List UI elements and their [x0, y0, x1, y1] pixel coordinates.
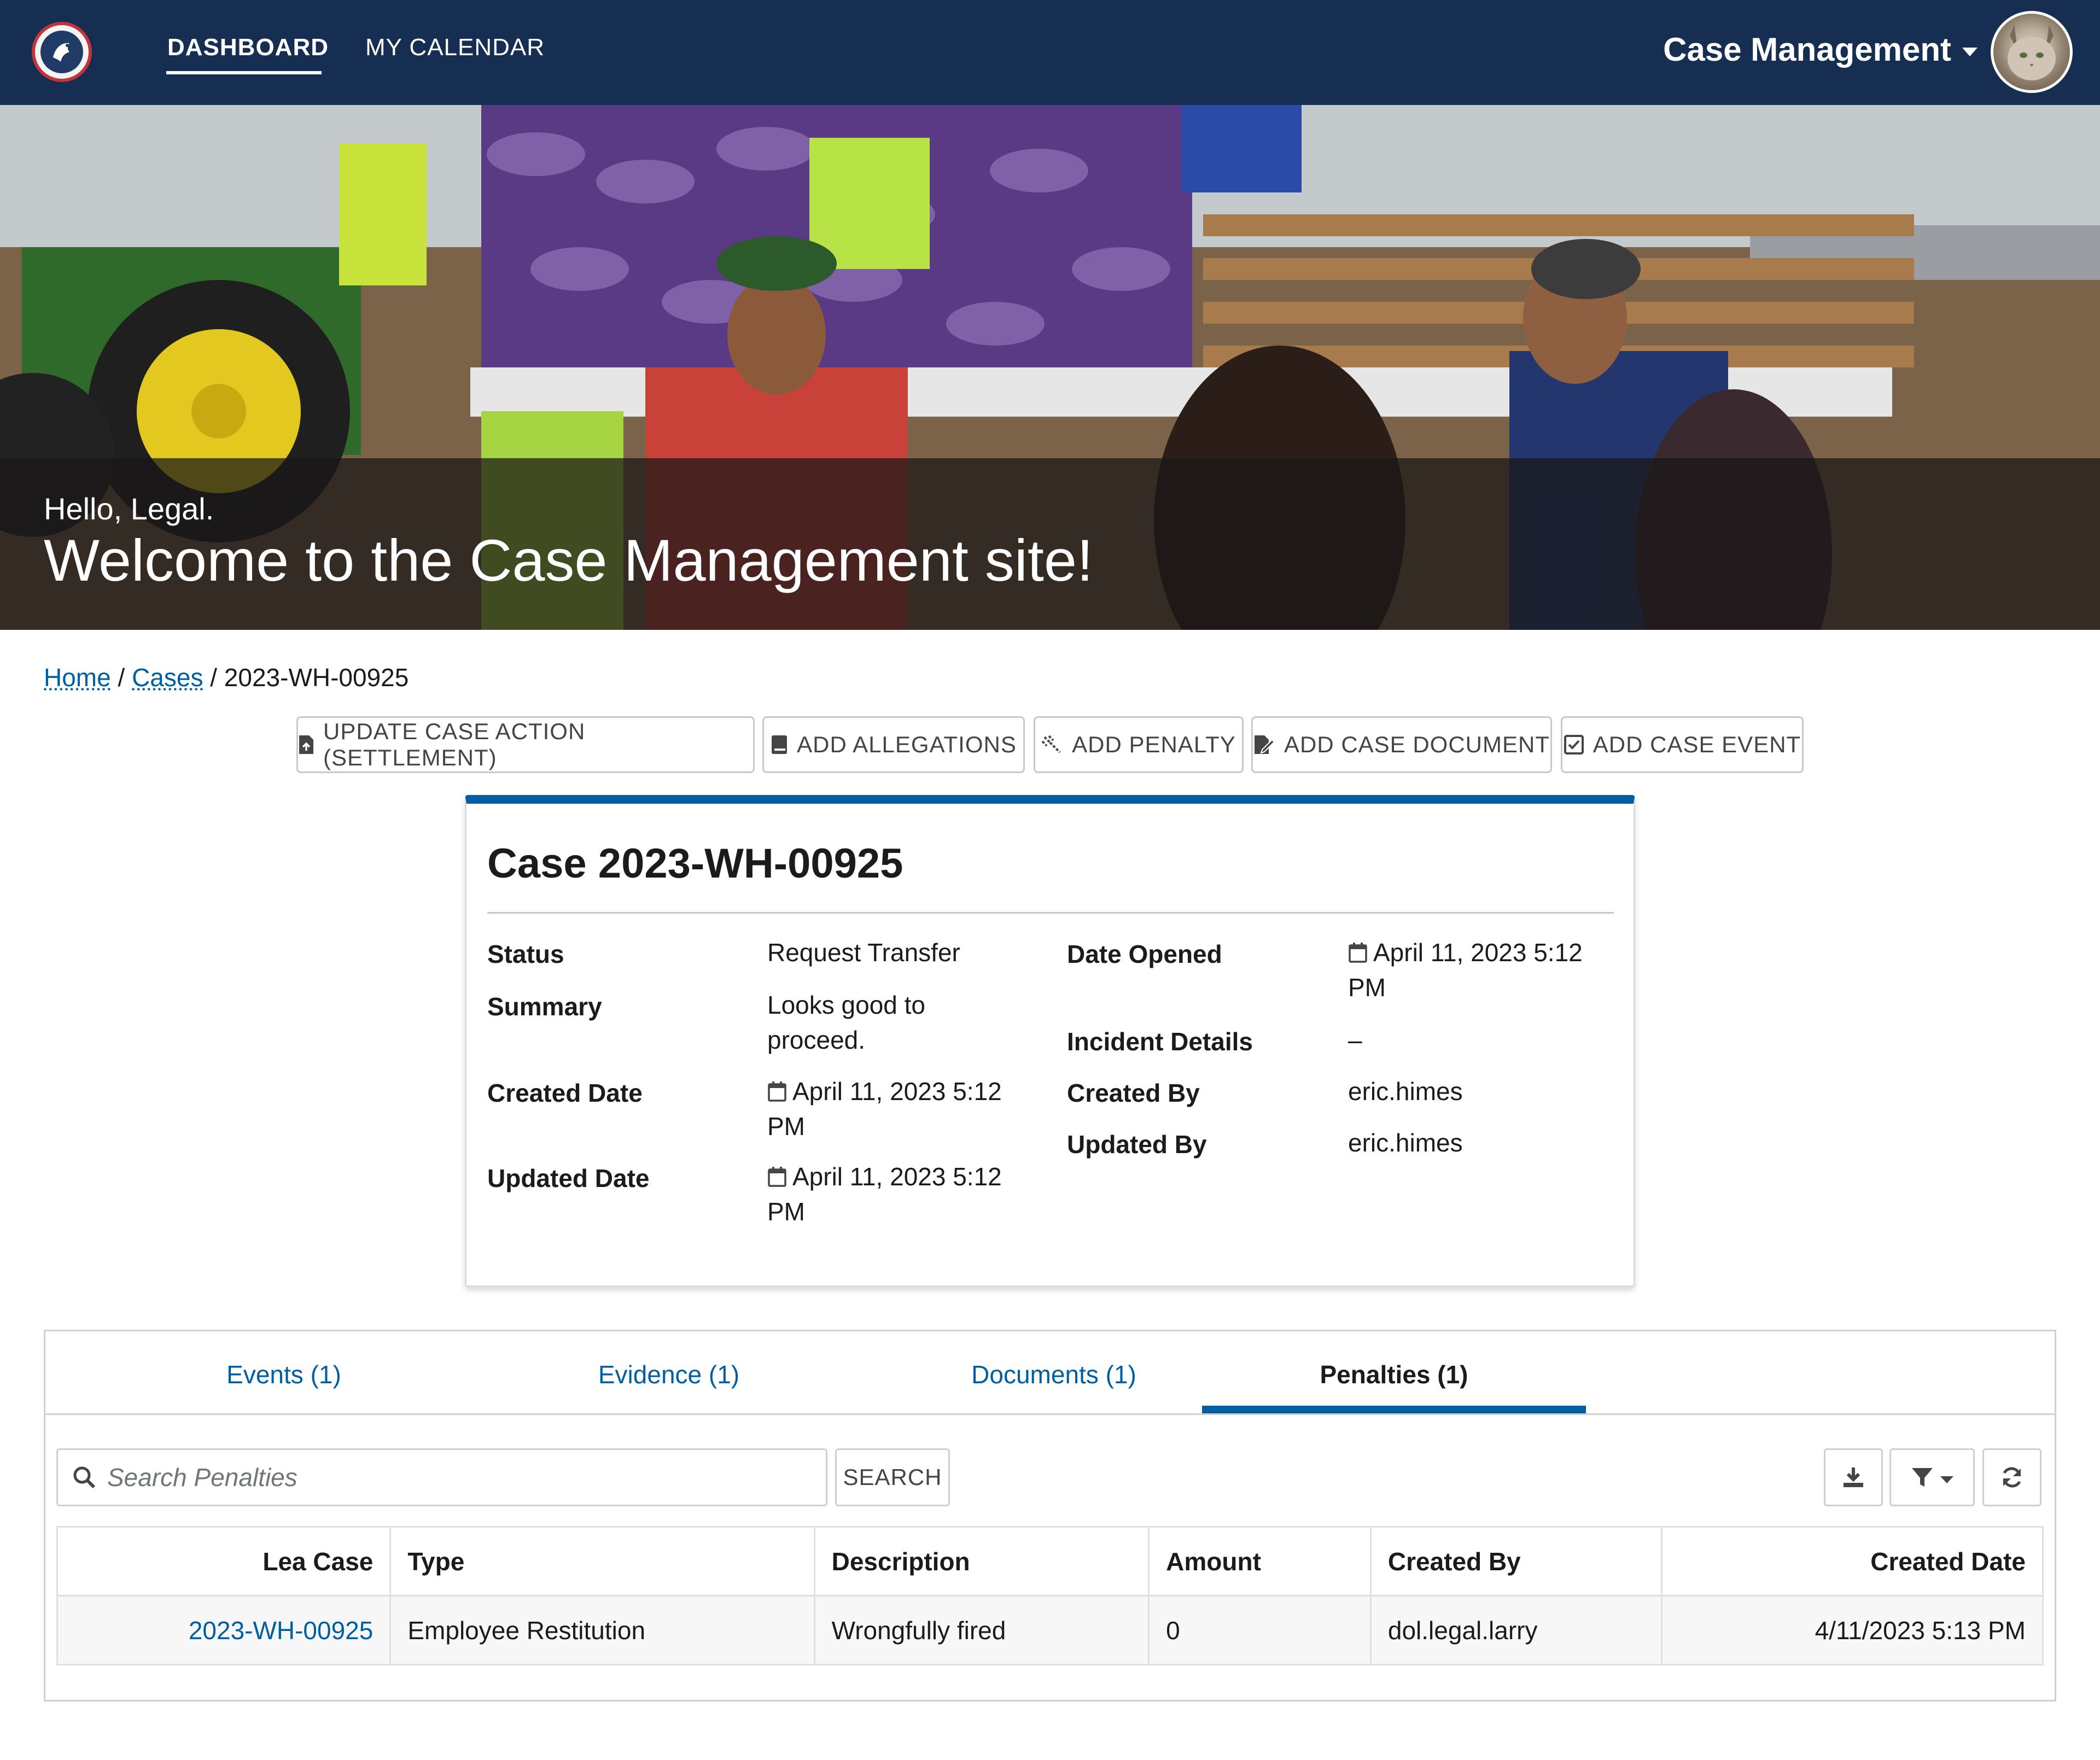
search-placeholder: Search Penalties [107, 1463, 298, 1492]
created-by-label: Created By [1067, 1079, 1200, 1107]
hero-banner: Hello, Legal. Welcome to the Case Manage… [0, 105, 2100, 630]
summary-value: Looks good to proceed. [767, 987, 925, 1057]
search-penalties-input[interactable]: Search Penalties [56, 1448, 827, 1506]
nav-active-indicator [166, 71, 322, 74]
column-header-description[interactable]: Description [813, 1526, 1150, 1597]
hero-greeting: Hello, Legal. [44, 492, 214, 526]
column-header-amount[interactable]: Amount [1148, 1526, 1372, 1597]
active-tab-indicator [1202, 1406, 1586, 1413]
filter-dropdown-button[interactable] [1889, 1448, 1975, 1506]
updated-by-label: Updated By [1067, 1130, 1207, 1159]
date-opened-line: PM [1348, 973, 1386, 1002]
book-icon [772, 735, 788, 754]
tabs-divider [45, 1413, 2055, 1415]
created-by-cell: dol.legal.larry [1369, 1595, 1662, 1665]
calendar-icon [768, 1081, 786, 1102]
updated-date-line: PM [767, 1197, 805, 1226]
created-date-cell: 4/11/2023 5:13 PM [1660, 1595, 2044, 1665]
breadcrumb-home-link[interactable]: Home [44, 663, 111, 692]
download-icon [1844, 1467, 1863, 1487]
incident-details-label: Incident Details [1067, 1027, 1253, 1056]
breadcrumb-separator: / [210, 663, 218, 692]
update-case-action-label: UPDATE CASE ACTION (SETTLEMENT) [323, 718, 586, 770]
column-header-created-date[interactable]: Created Date [1660, 1526, 2044, 1597]
add-penalty-label: ADD PENALTY [1072, 732, 1236, 757]
add-case-document-button[interactable]: ADD CASE DOCUMENT [1251, 716, 1552, 773]
add-penalty-button[interactable]: ADD PENALTY [1034, 716, 1244, 773]
created-by-value: eric.himes [1348, 1077, 1463, 1106]
case-details-tabs-panel: Events (1) Evidence (1) Documents (1) Pe… [44, 1330, 2056, 1701]
app-menu-dropdown[interactable]: Case Management [1663, 31, 1978, 68]
case-title: Case 2023-WH-00925 [487, 840, 903, 887]
table-header-row: Lea Case Type Description Amount Created… [56, 1526, 2044, 1597]
tab-evidence[interactable]: Evidence (1) [477, 1360, 860, 1389]
status-value: Request Transfer [767, 938, 960, 967]
breadcrumb-separator: / [118, 663, 125, 692]
date-opened-line: April 11, 2023 5:12 [1373, 938, 1583, 967]
column-header-created-by[interactable]: Created By [1369, 1526, 1662, 1597]
updated-by-value: eric.himes [1348, 1128, 1463, 1157]
add-allegations-label: ADD ALLEGATIONS [797, 732, 1017, 757]
hero-title: Welcome to the Case Management site! [44, 527, 1093, 593]
search-icon [73, 1466, 96, 1489]
date-opened-value: April 11, 2023 5:12 PM [1348, 935, 1583, 1005]
lea-case-cell: 2023-WH-00925 [56, 1595, 392, 1665]
export-button[interactable] [1824, 1448, 1883, 1506]
updated-date-line: April 11, 2023 5:12 [792, 1162, 1002, 1191]
status-label: Status [487, 940, 564, 968]
refresh-button[interactable] [1982, 1448, 2041, 1506]
tab-documents[interactable]: Documents (1) [862, 1360, 1245, 1389]
search-button[interactable]: SEARCH [835, 1448, 950, 1506]
amount-cell: 0 [1148, 1595, 1372, 1665]
updated-date-value: April 11, 2023 5:12 PM [767, 1159, 1002, 1229]
add-case-document-label: ADD CASE DOCUMENT [1284, 732, 1550, 757]
update-case-action-button[interactable]: UPDATE CASE ACTION (SETTLEMENT) [296, 716, 755, 773]
case-summary-card: Case 2023-WH-00925 Status Request Transf… [465, 795, 1635, 1287]
breadcrumb-current: 2023-WH-00925 [224, 663, 409, 692]
add-case-event-button[interactable]: ADD CASE EVENT [1561, 716, 1804, 773]
add-case-event-label: ADD CASE EVENT [1592, 732, 1801, 757]
gavel-icon [1041, 735, 1061, 753]
summary-value-line: proceed. [767, 1026, 866, 1054]
created-date-label: Created Date [487, 1079, 643, 1107]
top-navigation-bar: DASHBOARD MY CALENDAR Case Management [0, 0, 2100, 105]
app-menu-label: Case Management [1663, 31, 1951, 68]
calendar-icon [1349, 943, 1367, 963]
eagle-icon [40, 31, 83, 73]
filter-icon [1912, 1468, 1933, 1487]
tab-events[interactable]: Events (1) [92, 1360, 475, 1389]
date-opened-label: Date Opened [1067, 940, 1222, 968]
summary-value-line: Looks good to [767, 991, 926, 1019]
refresh-icon [2003, 1467, 2021, 1488]
tab-penalties[interactable]: Penalties (1) [1203, 1360, 1585, 1389]
type-cell: Employee Restitution [389, 1595, 815, 1665]
summary-label: Summary [487, 992, 602, 1021]
breadcrumb-cases-link[interactable]: Cases [132, 663, 203, 692]
updated-date-label: Updated Date [487, 1164, 650, 1192]
column-header-lea-case[interactable]: Lea Case [56, 1526, 392, 1597]
incident-details-value: – [1348, 1026, 1362, 1054]
add-allegations-button[interactable]: ADD ALLEGATIONS [762, 716, 1025, 773]
chevron-down-icon [1962, 47, 1978, 56]
calendar-icon [768, 1167, 786, 1187]
lea-case-link[interactable]: 2023-WH-00925 [189, 1616, 374, 1645]
user-avatar[interactable] [1991, 11, 2073, 93]
calendar-check-icon [1564, 735, 1584, 755]
nav-dashboard-link[interactable]: DASHBOARD [167, 34, 329, 61]
penalties-table: Lea Case Type Description Amount Created… [56, 1526, 2044, 1665]
created-date-line: PM [767, 1112, 805, 1141]
description-cell: Wrongfully fired [813, 1595, 1150, 1665]
table-row: 2023-WH-00925 Employee Restitution Wrong… [56, 1595, 2044, 1665]
created-date-line: April 11, 2023 5:12 [792, 1077, 1002, 1106]
file-edit-icon [1254, 735, 1275, 754]
column-header-type[interactable]: Type [389, 1526, 815, 1597]
nav-my-calendar-link[interactable]: MY CALENDAR [365, 34, 545, 61]
breadcrumb: Home / Cases / 2023-WH-00925 [44, 663, 409, 692]
card-divider [487, 912, 1614, 914]
document-upload-icon [299, 735, 313, 754]
created-date-value: April 11, 2023 5:12 PM [767, 1074, 1002, 1144]
agency-seal-logo[interactable] [32, 22, 92, 82]
chevron-down-icon [1940, 1476, 1953, 1483]
